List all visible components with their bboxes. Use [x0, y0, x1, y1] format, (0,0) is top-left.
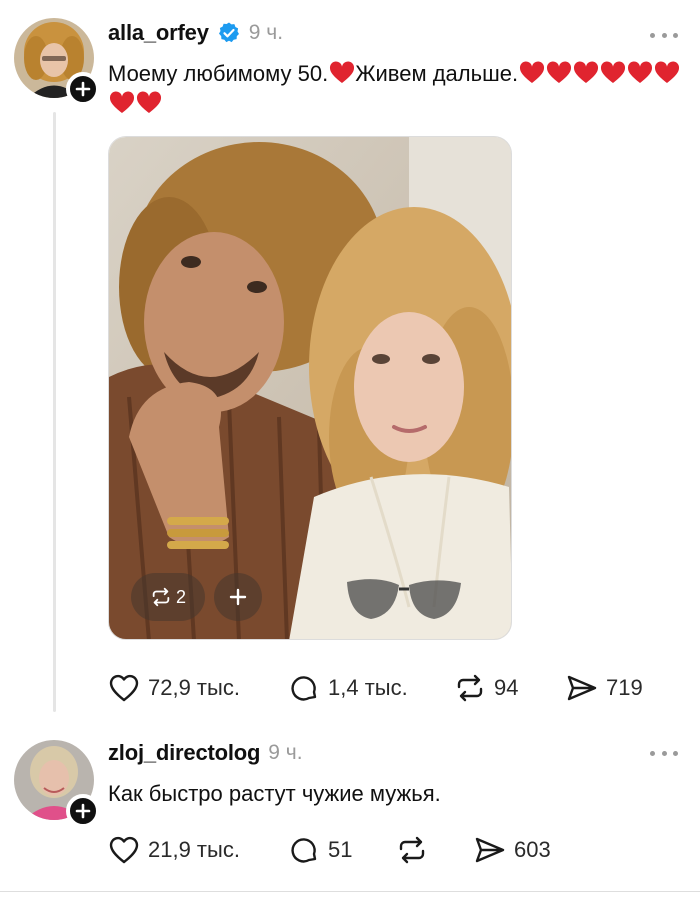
- follow-button[interactable]: [66, 794, 100, 828]
- username[interactable]: zloj_directolog: [108, 740, 260, 766]
- repost-count: 94: [494, 675, 519, 700]
- reply-count: 51: [328, 837, 353, 862]
- share-icon: [567, 675, 597, 701]
- more-button[interactable]: [650, 30, 678, 40]
- post-header: zloj_directolog 9 ч.: [108, 740, 303, 766]
- post-actions: 21,9 тыс. 51 603: [108, 830, 668, 870]
- share-count: 603: [514, 837, 551, 862]
- reply-icon: [291, 676, 317, 701]
- plus-icon: [229, 588, 247, 606]
- like-count: 21,9 тыс.: [148, 837, 240, 862]
- red-heart-emoji: [574, 61, 599, 83]
- more-icon: [650, 32, 655, 38]
- avatar-wrap[interactable]: [14, 740, 100, 828]
- share-count: 719: [606, 675, 643, 700]
- red-heart-emoji: [601, 61, 626, 83]
- post-header: alla_orfey 9 ч.: [108, 20, 283, 46]
- photo-repost-indicator[interactable]: 2: [131, 573, 205, 621]
- like-button[interactable]: 21,9 тыс.: [108, 830, 240, 870]
- reply-count: 1,4 тыс.: [328, 675, 408, 700]
- red-heart-emoji: [655, 61, 680, 83]
- like-button[interactable]: 72,9 тыс.: [108, 668, 240, 708]
- caption-text-1: Моему любимому 50.: [108, 61, 329, 86]
- photo-add-button[interactable]: [214, 573, 262, 621]
- post-zloj-directolog: zloj_directolog 9 ч. Как быстро растут ч…: [0, 722, 700, 892]
- red-heart-emoji: [628, 61, 653, 83]
- post-actions: 72,9 тыс. 1,4 тыс. 94 719: [108, 668, 668, 708]
- reply-button[interactable]: 51: [288, 830, 352, 870]
- heart-icon: [109, 836, 139, 864]
- feed-divider: [0, 891, 700, 892]
- reply-button[interactable]: 1,4 тыс.: [288, 668, 408, 708]
- post-alla-orfey: alla_orfey 9 ч. Моему любимому 50. Живем …: [0, 0, 700, 722]
- thread-line: [53, 112, 56, 712]
- post-caption: Моему любимому 50. Живем дальше.: [108, 59, 693, 119]
- red-heart-emoji: [547, 61, 572, 83]
- repost-icon: [399, 836, 425, 864]
- repost-button[interactable]: 94: [454, 668, 518, 708]
- repost-button[interactable]: [396, 830, 428, 870]
- more-icon: [650, 750, 655, 756]
- post-time: 9 ч.: [268, 741, 303, 764]
- heart-icon: [109, 674, 139, 702]
- post-caption: Как быстро растут чужие мужья.: [108, 781, 441, 806]
- username[interactable]: alla_orfey: [108, 20, 209, 46]
- red-heart-emoji: [109, 91, 135, 113]
- share-button[interactable]: 719: [566, 668, 643, 708]
- repost-icon: [457, 674, 483, 702]
- red-heart-emoji: [520, 61, 545, 83]
- more-button[interactable]: [650, 748, 678, 758]
- avatar-wrap[interactable]: [14, 18, 100, 106]
- share-button[interactable]: 603: [474, 830, 551, 870]
- repost-icon: [152, 587, 170, 607]
- verified-icon: [218, 22, 239, 43]
- caption-text-2: Живем дальше.: [355, 61, 519, 86]
- like-count: 72,9 тыс.: [148, 675, 240, 700]
- post-time: 9 ч.: [248, 21, 284, 44]
- post-photo[interactable]: 2: [108, 136, 512, 640]
- photo-image: [109, 137, 511, 639]
- plus-icon: [75, 803, 91, 819]
- red-heart-emoji: [330, 61, 355, 83]
- reply-icon: [291, 838, 317, 863]
- red-heart-emoji: [136, 91, 162, 113]
- photo-repost-count: 2: [175, 586, 186, 607]
- plus-icon: [75, 81, 91, 97]
- follow-button[interactable]: [66, 72, 100, 106]
- share-icon: [475, 837, 505, 863]
